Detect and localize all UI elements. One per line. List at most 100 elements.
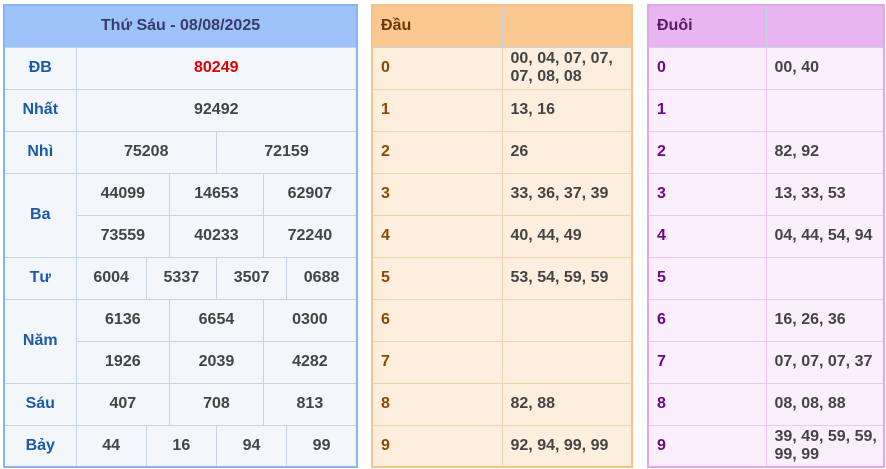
duoi-key: 5 [647,256,767,300]
results-table: Thứ Sáu - 08/08/2025 ĐB 80249 Nhất 92492… [3,4,358,468]
prize-number: 3507 [215,256,288,300]
dau-key: 1 [371,88,503,132]
prize-label: Nhì [3,130,77,174]
duoi-header-label: Đuôi [647,4,767,48]
duoi-values: 00, 40 [765,46,885,90]
prize-number: 14653 [169,172,264,216]
prize-number: 5337 [145,256,217,300]
prize-number: 62907 [262,172,358,216]
prize-number: 72240 [262,214,358,258]
dau-row: 4 40, 44, 49 [371,214,633,258]
duoi-key: 4 [647,214,767,258]
dau-row: 2 26 [371,130,633,174]
prize-number: 2039 [169,340,264,384]
prize-number: 0688 [286,256,358,300]
duoi-row: 8 08, 08, 88 [647,382,885,426]
prize-number: 813 [262,382,358,426]
duoi-header-blank [765,4,885,48]
prize-number: 0300 [262,298,358,342]
prize-number: 94 [215,424,288,468]
duoi-row: 6 16, 26, 36 [647,298,885,342]
duoi-table: Đuôi 0 00, 40 1 2 82, 92 3 13, 33, 53 4 04, … [647,4,885,468]
prize-row-fourth: Tư 6004 5337 3507 0688 [3,256,358,300]
prize-number: 4282 [262,340,358,384]
duoi-key: 3 [647,172,767,216]
prize-number: 99 [286,424,358,468]
duoi-row: 9 39, 49, 59, 59, 99, 99 [647,424,885,468]
duoi-values [765,256,885,300]
prize-row-third: Ba 44099 14653 62907 [3,172,358,258]
duoi-row: 2 82, 92 [647,130,885,174]
dau-values: 26 [501,130,633,174]
prize-number: 6654 [169,298,264,342]
prize-number: 72159 [215,130,358,174]
duoi-key: 0 [647,46,767,90]
prize-row-special: ĐB 80249 [3,46,358,90]
duoi-values: 13, 33, 53 [765,172,885,216]
prize-label: Ba [3,172,77,258]
prize-row-fifth: Năm 6136 6654 0300 [3,298,358,384]
results-title: Thứ Sáu - 08/08/2025 [3,4,358,48]
dau-values: 00, 04, 07, 07, 07, 08, 08 [501,46,633,90]
duoi-row: 1 [647,88,885,132]
prize-number: 1926 [75,340,171,384]
prize-number: 75208 [75,130,217,174]
duoi-values: 39, 49, 59, 59, 99, 99 [765,424,885,468]
prize-label: Tư [3,256,77,300]
dau-key: 9 [371,424,503,468]
prize-number: 44 [75,424,147,468]
dau-values: 92, 94, 99, 99 [501,424,633,468]
prize-number: 92492 [75,88,358,132]
dau-table: Đầu 0 00, 04, 07, 07, 07, 08, 08 1 13, 16 … [371,4,633,468]
dau-header-label: Đầu [371,4,503,48]
dau-values: 82, 88 [501,382,633,426]
dau-key: 0 [371,46,503,90]
duoi-row: 3 13, 33, 53 [647,172,885,216]
prize-number: 16 [145,424,217,468]
prize-number: 40233 [169,214,264,258]
duoi-row: 4 04, 44, 54, 94 [647,214,885,258]
duoi-key: 1 [647,88,767,132]
prize-row-first: Nhất 92492 [3,88,358,132]
duoi-values [765,88,885,132]
dau-values: 53, 54, 59, 59 [501,256,633,300]
dau-key: 3 [371,172,503,216]
duoi-values: 82, 92 [765,130,885,174]
duoi-key: 9 [647,424,767,468]
prize-number: 44099 [75,172,171,216]
prize-label: Bảy [3,424,77,468]
prize-label: Sáu [3,382,77,426]
dau-row: 0 00, 04, 07, 07, 07, 08, 08 [371,46,633,90]
prize-number: 6136 [75,298,171,342]
dau-values [501,340,633,384]
dau-key: 5 [371,256,503,300]
dau-row: 6 [371,298,633,342]
duoi-values: 04, 44, 54, 94 [765,214,885,258]
duoi-values: 16, 26, 36 [765,298,885,342]
prize-row-sixth: Sáu 407 708 813 [3,382,358,426]
duoi-values: 07, 07, 07, 37 [765,340,885,384]
dau-values: 40, 44, 49 [501,214,633,258]
dau-key: 8 [371,382,503,426]
prize-number: 6004 [75,256,147,300]
dau-key: 6 [371,298,503,342]
prize-number: 73559 [75,214,171,258]
duoi-values: 08, 08, 88 [765,382,885,426]
dau-row: 3 33, 36, 37, 39 [371,172,633,216]
dau-values [501,298,633,342]
prize-label: Nhất [3,88,77,132]
duoi-row: 0 00, 40 [647,46,885,90]
dau-key: 2 [371,130,503,174]
prize-label: Năm [3,298,77,384]
dau-row: 7 [371,340,633,384]
duoi-key: 6 [647,298,767,342]
dau-row: 9 92, 94, 99, 99 [371,424,633,468]
dau-row: 5 53, 54, 59, 59 [371,256,633,300]
prize-row-second: Nhì 75208 72159 [3,130,358,174]
duoi-key: 7 [647,340,767,384]
prize-number-special: 80249 [75,46,358,90]
dau-values: 13, 16 [501,88,633,132]
duoi-key: 2 [647,130,767,174]
dau-values: 33, 36, 37, 39 [501,172,633,216]
prize-number: 407 [75,382,171,426]
